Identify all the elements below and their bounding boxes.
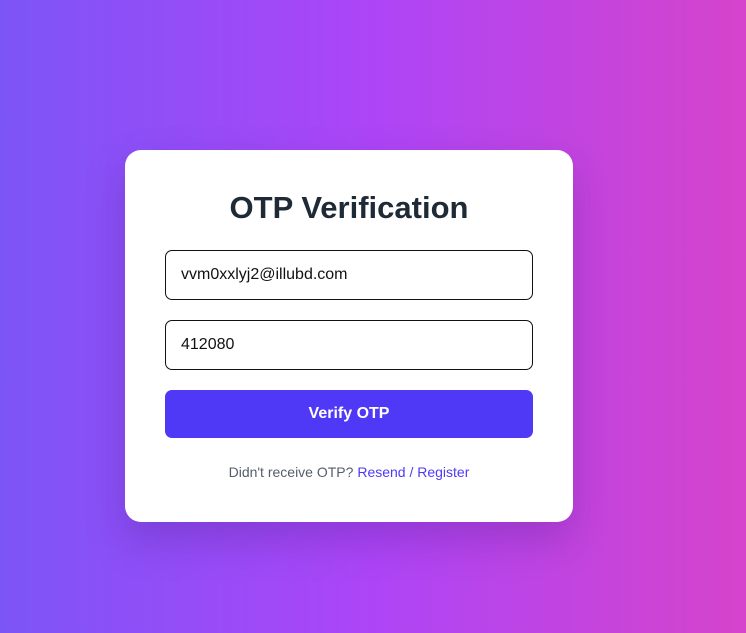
resend-prompt-text: Didn't receive OTP? [228,464,354,480]
resend-register-link[interactable]: Resend / Register [357,464,469,480]
otp-field[interactable] [165,320,533,370]
email-field[interactable] [165,250,533,300]
page-title: OTP Verification [229,190,469,225]
resend-prompt: Didn't receive OTP? Resend / Register [125,464,573,480]
otp-card: OTP Verification Verify OTP Didn't recei… [125,150,573,522]
verify-otp-button[interactable]: Verify OTP [165,390,533,438]
